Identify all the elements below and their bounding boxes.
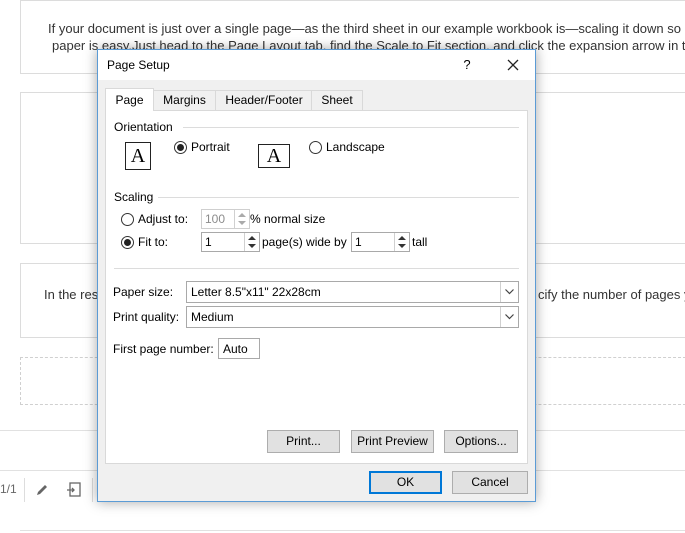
portrait-radio[interactable] [174, 141, 187, 154]
first-page-number-input[interactable]: Auto [218, 338, 260, 359]
page-tab-panel: Orientation A Portrait A Landscape Scali… [105, 110, 528, 464]
tab-page[interactable]: Page [105, 88, 154, 111]
tab-header-footer[interactable]: Header/Footer [215, 90, 313, 110]
paper-size-value: Letter 8.5"x11" 22x28cm [191, 285, 321, 299]
print-quality-select[interactable]: Medium [186, 306, 519, 328]
first-page-number-label: First page number: [113, 342, 214, 356]
toolbar-separator [92, 478, 93, 502]
paper-size-label: Paper size: [113, 285, 174, 299]
pages-wide-spinner[interactable]: 1 [201, 232, 260, 252]
group-divider [183, 127, 519, 128]
paragraph-2-right: cify the number of pages y [538, 287, 685, 302]
pencil-icon[interactable] [32, 480, 52, 500]
print-quality-value: Medium [191, 310, 234, 324]
dialog-title: Page Setup [107, 58, 170, 72]
paper-size-select[interactable]: Letter 8.5"x11" 22x28cm [186, 281, 519, 303]
pages-wide-label: page(s) wide by [262, 235, 347, 249]
fit-to-radio[interactable] [121, 236, 134, 249]
adjust-percent-spinner[interactable]: 100 [201, 209, 250, 229]
page-setup-dialog: Page Setup ? Page Margins Header/Footer … [97, 49, 536, 502]
insert-page-icon[interactable] [64, 480, 84, 500]
fit-to-label[interactable]: Fit to: [138, 235, 168, 249]
landscape-label[interactable]: Landscape [326, 140, 385, 154]
toolbar-separator [24, 478, 25, 502]
orientation-group-label: Orientation [114, 120, 173, 134]
help-button[interactable]: ? [458, 56, 476, 74]
close-icon [507, 59, 519, 71]
print-quality-label: Print quality: [113, 310, 180, 324]
options-button[interactable]: Options... [444, 430, 518, 453]
divider [20, 530, 685, 531]
pages-wide-value: 1 [205, 235, 212, 249]
pages-tall-spinner[interactable]: 1 [351, 232, 410, 252]
adjust-to-label[interactable]: Adjust to: [138, 212, 188, 226]
portrait-label[interactable]: Portrait [191, 140, 230, 154]
normal-size-label: % normal size [250, 212, 326, 226]
paragraph-2-left: In the res [44, 287, 99, 302]
tab-margins[interactable]: Margins [152, 90, 217, 110]
scaling-group-label: Scaling [114, 190, 154, 204]
print-button[interactable]: Print... [267, 430, 340, 453]
spinner-arrows[interactable] [234, 210, 249, 228]
spinner-arrows[interactable] [244, 233, 259, 251]
pages-tall-value: 1 [355, 235, 362, 249]
paragraph-1-line-1: If your document is just over a single p… [48, 21, 681, 36]
landscape-radio[interactable] [309, 141, 322, 154]
close-button[interactable] [502, 54, 524, 76]
page-indicator: 1/1 [0, 482, 17, 496]
adjust-to-radio[interactable] [121, 213, 134, 226]
portrait-icon: A [125, 142, 151, 170]
cancel-button[interactable]: Cancel [452, 471, 528, 494]
dialog-titlebar: Page Setup ? [98, 50, 535, 80]
group-divider [158, 197, 519, 198]
section-divider [114, 268, 519, 269]
chevron-down-icon[interactable] [500, 307, 518, 327]
print-preview-button[interactable]: Print Preview [351, 430, 434, 453]
adjust-percent-value: 100 [205, 212, 226, 226]
spinner-arrows[interactable] [394, 233, 409, 251]
tab-sheet[interactable]: Sheet [311, 90, 363, 110]
first-page-number-value: Auto [223, 342, 248, 356]
tall-label: tall [412, 235, 428, 249]
landscape-icon: A [258, 144, 290, 168]
chevron-down-icon[interactable] [500, 282, 518, 302]
ok-button[interactable]: OK [369, 471, 442, 494]
